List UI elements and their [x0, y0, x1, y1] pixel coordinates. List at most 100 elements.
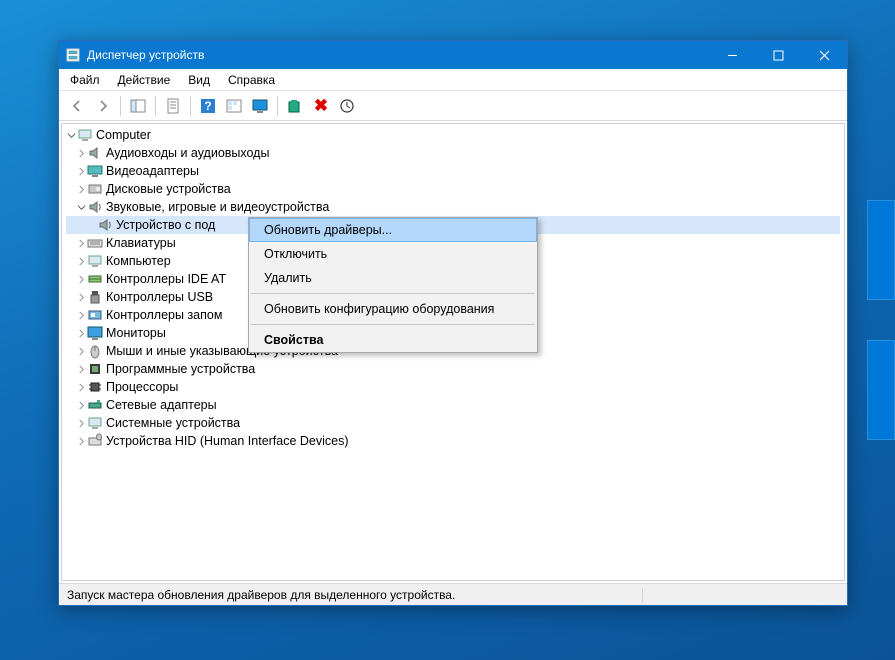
chevron-down-icon[interactable] — [66, 131, 76, 140]
ctx-delete[interactable]: Удалить — [249, 266, 537, 290]
mouse-icon — [87, 343, 103, 359]
disk-icon — [87, 181, 103, 197]
tree-node-label: Сетевые адаптеры — [106, 398, 221, 412]
ctx-disable[interactable]: Отключить — [249, 242, 537, 266]
app-icon — [65, 47, 81, 63]
tree-node-label: Контроллеры запом — [106, 308, 226, 322]
tree-node[interactable]: Звуковые, игровые и видеоустройства — [66, 198, 840, 216]
desktop-tile — [867, 200, 895, 300]
tree-node-label: Контроллеры USB — [106, 290, 217, 304]
device-manager-window: Диспетчер устройств Файл Действие Вид Сп… — [58, 40, 848, 606]
chevron-right-icon[interactable] — [76, 257, 86, 266]
maximize-button[interactable] — [755, 41, 801, 69]
forward-button[interactable] — [91, 94, 115, 118]
minimize-button[interactable] — [709, 41, 755, 69]
context-menu: Обновить драйверы... Отключить Удалить О… — [248, 217, 538, 353]
tree-node[interactable]: Устройства HID (Human Interface Devices) — [66, 432, 840, 450]
tree-node-label: Звуковые, игровые и видеоустройства — [106, 200, 333, 214]
computer-icon — [87, 253, 103, 269]
tree-leaf-label: Устройство с под — [116, 218, 219, 232]
separator — [190, 96, 191, 116]
display-adapter-icon — [87, 163, 103, 179]
monitor-icon — [87, 325, 103, 341]
menu-separator — [251, 324, 535, 325]
tree-node[interactable]: Сетевые адаптеры — [66, 396, 840, 414]
back-button[interactable] — [65, 94, 89, 118]
system-dev-icon — [87, 415, 103, 431]
tree-node-label: Мониторы — [106, 326, 170, 340]
show-hidden-button[interactable] — [222, 94, 246, 118]
ide-icon — [87, 271, 103, 287]
show-hide-tree-button[interactable] — [126, 94, 150, 118]
chevron-right-icon[interactable] — [76, 185, 86, 194]
tree-node-label: Компьютер — [106, 254, 175, 268]
chevron-right-icon[interactable] — [76, 383, 86, 392]
chevron-right-icon[interactable] — [76, 365, 86, 374]
chevron-right-icon[interactable] — [76, 239, 86, 248]
storage-ctrl-icon — [87, 307, 103, 323]
statusbar: Запуск мастера обновления драйверов для … — [59, 583, 847, 605]
ctx-update-drivers[interactable]: Обновить драйверы... — [249, 218, 537, 242]
sound-icon — [97, 217, 113, 233]
chevron-right-icon[interactable] — [76, 167, 86, 176]
chevron-right-icon[interactable] — [76, 275, 86, 284]
properties-button[interactable] — [161, 94, 185, 118]
separator — [277, 96, 278, 116]
tree-node[interactable]: Процессоры — [66, 378, 840, 396]
scan-hardware-button[interactable] — [335, 94, 359, 118]
tree-node-label: Системные устройства — [106, 416, 244, 430]
tree-node[interactable]: Дисковые устройства — [66, 180, 840, 198]
tree-node-label: Аудиовходы и аудиовыходы — [106, 146, 273, 160]
chevron-right-icon[interactable] — [76, 401, 86, 410]
install-legacy-button[interactable] — [283, 94, 307, 118]
chevron-right-icon[interactable] — [76, 149, 86, 158]
separator — [120, 96, 121, 116]
chevron-right-icon[interactable] — [76, 311, 86, 320]
keyboard-icon — [87, 235, 103, 251]
chevron-right-icon[interactable] — [76, 437, 86, 446]
menu-separator — [251, 293, 535, 294]
help-button[interactable]: ? — [196, 94, 220, 118]
toolbar: ? ✖ — [59, 91, 847, 121]
menu-action[interactable]: Действие — [109, 70, 180, 90]
tree-node-label: Видеоадаптеры — [106, 164, 203, 178]
tree-node[interactable]: Видеоадаптеры — [66, 162, 840, 180]
tree-node[interactable]: Программные устройства — [66, 360, 840, 378]
separator — [155, 96, 156, 116]
chevron-right-icon[interactable] — [76, 329, 86, 338]
hid-icon — [87, 433, 103, 449]
menu-file[interactable]: Файл — [61, 70, 109, 90]
chevron-right-icon[interactable] — [76, 347, 86, 356]
tree-node-label: Дисковые устройства — [106, 182, 235, 196]
device-tree-panel: Computer Аудиовходы и аудиовыходы Видеоад… — [61, 123, 845, 581]
tree-node-label: Клавиатуры — [106, 236, 180, 250]
desktop-tile — [867, 340, 895, 440]
usb-icon — [87, 289, 103, 305]
menu-view[interactable]: Вид — [179, 70, 219, 90]
titlebar[interactable]: Диспетчер устройств — [59, 41, 847, 69]
tree-root[interactable]: Computer — [66, 126, 840, 144]
chevron-right-icon[interactable] — [76, 293, 86, 302]
ctx-properties[interactable]: Свойства — [249, 328, 537, 352]
tree-node-label: Процессоры — [106, 380, 182, 394]
menu-help[interactable]: Справка — [219, 70, 284, 90]
audio-io-icon — [87, 145, 103, 161]
net-adapter-icon — [87, 397, 103, 413]
tree-node[interactable]: Аудиовходы и аудиовыходы — [66, 144, 840, 162]
chevron-right-icon[interactable] — [76, 419, 86, 428]
tree-node-label: Устройства HID (Human Interface Devices) — [106, 434, 353, 448]
uninstall-button[interactable]: ✖ — [309, 94, 333, 118]
menubar: Файл Действие Вид Справка — [59, 69, 847, 91]
sound-icon — [87, 199, 103, 215]
svg-text:?: ? — [204, 99, 211, 113]
ctx-rescan[interactable]: Обновить конфигурацию оборудования — [249, 297, 537, 321]
window-title: Диспетчер устройств — [87, 48, 709, 62]
software-dev-icon — [87, 361, 103, 377]
delete-icon: ✖ — [314, 96, 328, 116]
tree-node[interactable]: Системные устройства — [66, 414, 840, 432]
close-button[interactable] — [801, 41, 847, 69]
tree-node-label: Контроллеры IDE AT — [106, 272, 230, 286]
cpu-icon — [87, 379, 103, 395]
chevron-down-icon[interactable] — [76, 203, 86, 212]
display-button[interactable] — [248, 94, 272, 118]
